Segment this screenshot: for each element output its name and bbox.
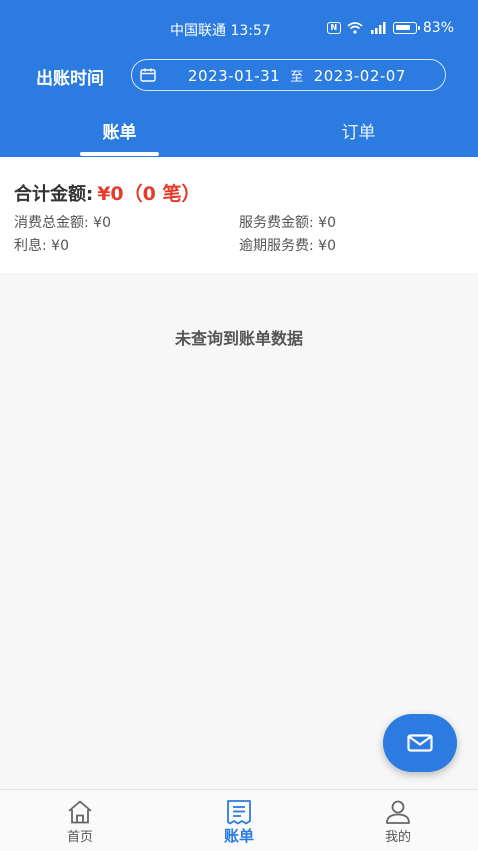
header: 中国联通 13:57 N 83% 出账时间 2023-01-31 至 2023-… [0,0,478,157]
interest-value: ¥0 [51,238,69,254]
end-date[interactable]: 2023-02-07 [314,67,406,85]
signal-icon [370,22,386,34]
service-value: ¥0 [318,215,336,231]
carrier-time: 中国联通 13:57 [170,23,271,39]
nav-bill[interactable]: 账单 [159,790,319,851]
empty-state-message: 未查询到账单数据 [174,329,303,348]
total-label: 合计金额: [14,184,94,205]
nav-home[interactable]: 首页 [0,790,160,851]
start-date[interactable]: 2023-01-31 [188,67,280,85]
status-bar: 中国联通 13:57 N 83% [0,18,478,40]
wifi-icon [347,22,363,34]
tab-active-indicator [80,152,159,156]
bill-icon [227,800,251,825]
status-icons: N 83% [326,20,454,36]
battery-percent: 83% [422,20,454,36]
tab-bill[interactable]: 账单 [0,118,239,143]
nav-home-label: 首页 [66,830,93,845]
interest: 利息: ¥0 [14,235,69,255]
interest-label: 利息: [14,238,47,254]
home-icon [68,800,92,824]
nav-bill-label: 账单 [223,827,254,845]
bottom-navigation: 首页 账单 我的 [0,789,478,851]
mail-icon [407,734,433,752]
overdue-fee: 逾期服务费: ¥0 [239,235,336,255]
nav-mine-label: 我的 [384,830,411,845]
overdue-label: 逾期服务费: [239,238,314,254]
tab-bar: 账单 订单 [0,108,478,157]
service-label: 服务费金额: [239,215,314,231]
overdue-value: ¥0 [318,238,336,254]
date-separator: 至 [290,70,304,85]
total-value: ¥0（0 笔） [97,183,201,205]
date-range-picker[interactable]: 2023-01-31 至 2023-02-07 [131,59,446,91]
tab-order[interactable]: 订单 [239,118,478,143]
bill-summary: 合计金额: ¥0（0 笔） 消费总金额: ¥0 服务费金额: ¥0 利息: ¥0 … [0,157,478,273]
battery-icon [392,22,420,34]
consume-total: 消费总金额: ¥0 [14,212,111,232]
total-amount: 合计金额: ¥0（0 笔） [14,179,200,206]
nfc-icon: N [326,22,341,34]
nav-mine[interactable]: 我的 [318,790,478,851]
bill-date-label: 出账时间 [36,69,104,89]
user-icon [386,800,410,824]
calendar-icon [140,68,156,82]
message-fab-button[interactable] [383,714,457,772]
consume-label: 消费总金额: [14,215,89,231]
date-range-text: 2023-01-31 至 2023-02-07 [188,66,406,85]
service-fee: 服务费金额: ¥0 [239,212,336,232]
consume-value: ¥0 [93,215,111,231]
